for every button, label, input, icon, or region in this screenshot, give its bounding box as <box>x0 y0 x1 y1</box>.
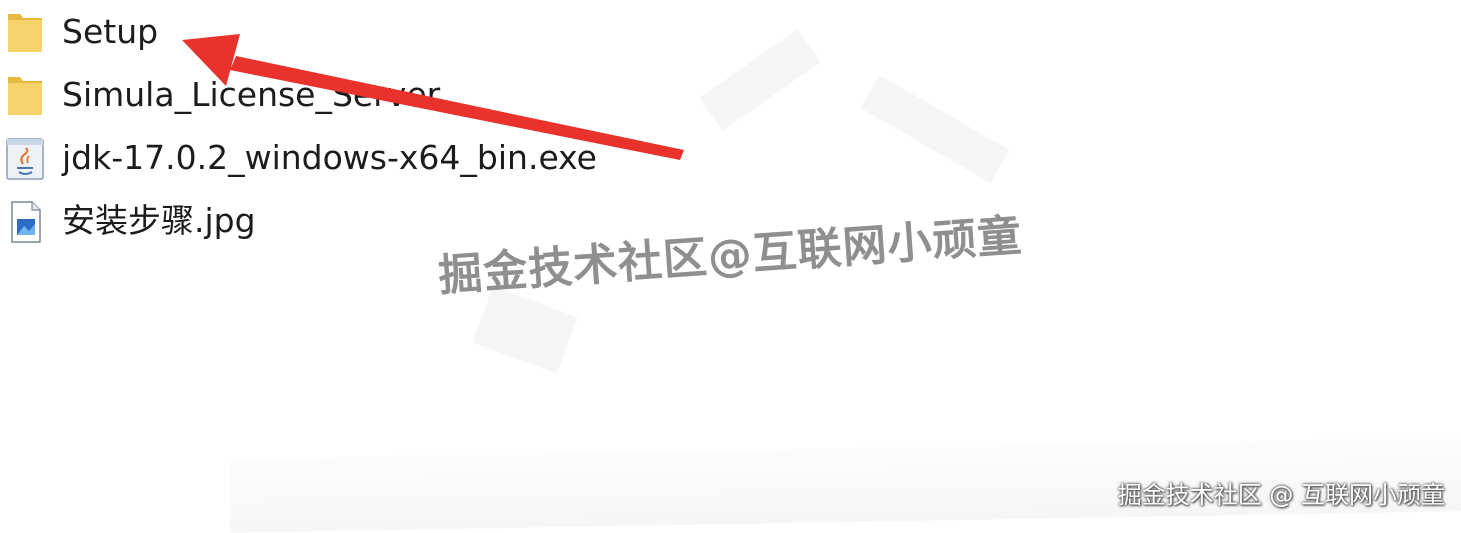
file-name: Simula_License_Server <box>62 75 441 114</box>
java-exe-icon <box>4 136 46 182</box>
file-item-setup[interactable]: Setup <box>0 4 300 62</box>
folder-icon <box>4 10 46 56</box>
background-watermark-shape <box>699 29 821 131</box>
file-item-jdk-installer[interactable]: jdk-17.0.2_windows-x64_bin.exe <box>0 130 620 188</box>
corner-watermark: 掘金技术社区 @ 互联网小顽童 <box>1117 481 1445 509</box>
image-file-icon <box>4 199 46 245</box>
file-name: Setup <box>62 12 159 51</box>
background-watermark-shape <box>860 75 1010 183</box>
file-item-simula-license-server[interactable]: Simula_License_Server <box>0 67 460 125</box>
file-item-install-steps-image[interactable]: 安装步骤.jpg <box>0 193 300 251</box>
file-name: jdk-17.0.2_windows-x64_bin.exe <box>62 138 597 177</box>
folder-icon <box>4 73 46 119</box>
center-watermark: 掘金技术社区@互联网小顽童 <box>436 210 1024 302</box>
file-name: 安装步骤.jpg <box>62 201 256 240</box>
